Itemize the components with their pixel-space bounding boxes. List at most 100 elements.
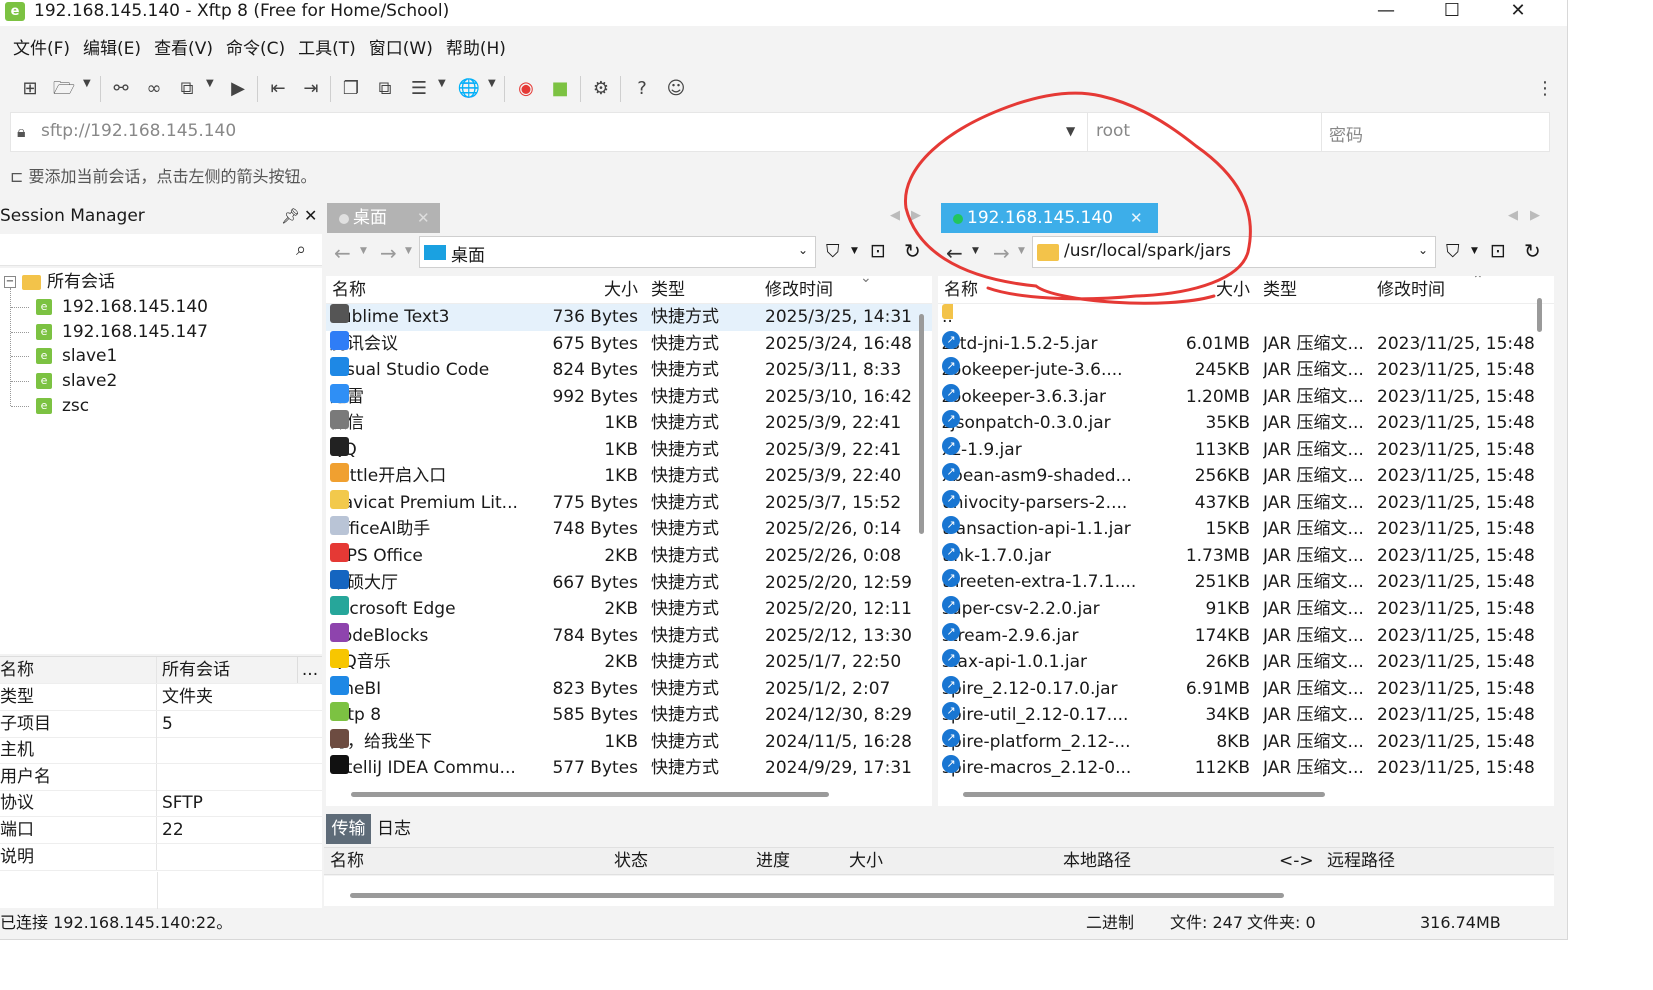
remote-col-type[interactable]: 类型 xyxy=(1263,276,1297,304)
tab-close-icon[interactable]: ✕ xyxy=(417,203,430,233)
gear-icon[interactable]: ⚙ xyxy=(588,76,614,102)
transfer-col-direction[interactable]: <-> xyxy=(1279,848,1314,874)
tab-log[interactable]: 日志 xyxy=(377,814,411,844)
username-field[interactable]: root xyxy=(1096,121,1130,141)
menu-item-6[interactable]: 帮助(H) xyxy=(446,34,506,64)
collapse-icon[interactable]: − xyxy=(4,276,16,288)
local-file-row[interactable]: QQ1KB快捷方式2025/3/9, 22:41 xyxy=(326,436,932,464)
local-file-row[interactable]: CodeBlocks 784 Bytes 快捷方式 2025/2/12, 13:30 xyxy=(326,622,932,650)
session-item[interactable]: e slave2 xyxy=(11,369,117,394)
menu-item-5[interactable]: 窗口(W) xyxy=(369,34,433,64)
more-button[interactable]: ... xyxy=(297,657,322,683)
disconnect-icon[interactable]: ⚯ xyxy=(108,76,134,102)
local-file-row[interactable]: Microsoft Edge 2KB 快捷方式 2025/2/20, 12:11 xyxy=(326,596,932,623)
menu-item-0[interactable]: 文件(F) xyxy=(13,34,70,64)
transfer-col-remote-path[interactable]: 远程路径 xyxy=(1327,848,1395,874)
session-item[interactable]: e slave1 xyxy=(11,344,117,369)
local-file-row[interactable]: 华硕大厅 667 Bytes 快捷方式 2025/2/20, 12:59 xyxy=(326,569,932,597)
chat-icon[interactable]: ☺ xyxy=(663,76,689,102)
remote-file-row[interactable]: ↗ zjsonpatch-0.3.0.jar 35KB JAR 压缩文... 2023… xyxy=(938,410,1554,437)
local-file-row[interactable]: Sublime Text3 736 Bytes 快捷方式 2025/3/25, 14:… xyxy=(326,304,932,331)
play-icon[interactable]: ▶ xyxy=(225,76,251,102)
local-file-row[interactable]: WPS Office 2KB 快捷方式 2025/2/26, 0:08 xyxy=(326,542,932,570)
remote-file-row[interactable]: ↗ spire_2.12-0.17.0.jar 6.91MB JAR 压缩文... 2… xyxy=(938,675,1554,703)
remote-path-input[interactable]: /usr/local/spark/jars ⌄ xyxy=(1032,236,1436,268)
pin-icon[interactable]: 📌︎ xyxy=(281,207,300,225)
remote-col-name[interactable]: 名称 xyxy=(944,276,978,304)
remote-file-row[interactable]: ↗ threeten-extra-1.7.1.... 251KB JAR 压缩文..… xyxy=(938,569,1554,596)
transfer-horizontal-scrollbar[interactable] xyxy=(350,893,1284,898)
remote-file-row[interactable]: ↗ transaction-api-1.1.jar 15KB JAR 压缩文... 2… xyxy=(938,516,1554,543)
local-file-row[interactable]: OfficeAI助手 748 Bytes 快捷方式 2025/2/26, 0:14 xyxy=(326,516,932,543)
path-dropdown-icon[interactable]: ⌄ xyxy=(798,243,808,257)
remote-file-row[interactable]: ↗ xz-1.9.jar 113KB JAR 压缩文... 2023/11/25, 1… xyxy=(938,436,1554,464)
remote-vertical-scrollbar[interactable] xyxy=(1537,298,1542,332)
session-item[interactable]: e zsc xyxy=(11,394,89,419)
remote-file-row[interactable]: ↗ super-csv-2.2.0.jar 91KB JAR 压缩文... 2023/… xyxy=(938,596,1554,623)
local-new-folder-icon[interactable]: ⊡ xyxy=(870,240,886,262)
remote-file-row[interactable]: ↗ zookeeper-jute-3.6.... 245KB JAR 压缩文... 2… xyxy=(938,357,1554,384)
path-dropdown-icon[interactable]: ⌄ xyxy=(1418,243,1428,257)
open-dropdown-icon[interactable]: ▼ xyxy=(83,78,91,89)
link-icon[interactable]: ∞ xyxy=(141,76,167,102)
local-horizontal-scrollbar[interactable] xyxy=(351,792,829,797)
upload-icon[interactable]: ⇥ xyxy=(298,76,324,102)
close-panel-icon[interactable]: ✕ xyxy=(304,206,317,225)
transfer-col-name[interactable]: 名称 xyxy=(330,848,364,874)
password-field[interactable]: 密码 xyxy=(1329,121,1363,146)
remote-bookmark-icon[interactable]: ⛉ xyxy=(1446,241,1460,262)
globe-icon[interactable]: 🌐 xyxy=(456,76,482,102)
remote-tab-scroll-left-icon[interactable]: ◀ xyxy=(1508,208,1518,223)
local-file-row[interactable]: 迅雷992 Bytes快捷方式2025/3/10, 16:42 xyxy=(326,383,932,411)
tab-scroll-right-icon[interactable]: ▶ xyxy=(911,208,921,223)
xshell-icon[interactable]: ◉ xyxy=(513,76,539,102)
local-file-row[interactable]: QQ音乐 2KB 快捷方式 2025/1/7, 22:50 xyxy=(326,649,932,676)
remote-col-mtime[interactable]: 修改时间 xyxy=(1377,276,1445,304)
window-dropdown-icon[interactable]: ▼ xyxy=(206,78,214,89)
local-file-row[interactable]: Visual Studio Code 824 Bytes 快捷方式 2025/3/11… xyxy=(326,357,932,384)
remote-file-row[interactable]: ↗ spire-util_2.12-0.17.... 34KB JAR 压缩文...… xyxy=(938,702,1554,729)
remote-new-folder-icon[interactable]: ⊡ xyxy=(1490,240,1506,262)
local-file-row[interactable]: IntelliJ IDEA Commu... 577 Bytes 快捷方式 2024/… xyxy=(326,755,932,782)
menu-item-1[interactable]: 编辑(E) xyxy=(83,34,141,64)
tab-scroll-left-icon[interactable]: ◀ xyxy=(890,208,900,223)
remote-refresh-icon[interactable]: ↻ xyxy=(1524,239,1541,263)
transfer-col-status[interactable]: 状态 xyxy=(614,848,648,874)
local-col-mtime[interactable]: 修改时间 xyxy=(765,276,833,304)
encoding-dropdown-icon[interactable]: ▼ xyxy=(488,78,496,89)
remote-col-size[interactable]: 大小 xyxy=(1150,276,1250,304)
search-icon[interactable]: ⌕ xyxy=(296,239,306,260)
remote-tab-scroll-right-icon[interactable]: ▶ xyxy=(1530,208,1540,223)
local-vertical-scrollbar[interactable] xyxy=(919,314,924,534)
download-icon[interactable]: ⇤ xyxy=(265,76,291,102)
address-input[interactable]: sftp://192.168.145.140 xyxy=(41,121,236,141)
menu-item-3[interactable]: 命令(C) xyxy=(226,34,285,64)
duplicate-icon[interactable]: ⧉ xyxy=(372,76,398,102)
add-session-arrow-icon[interactable]: ⊏ xyxy=(10,167,23,186)
local-file-row[interactable]: Navicat Premium Lit... 775 Bytes 快捷方式 2025/… xyxy=(326,489,932,517)
local-file-row[interactable]: kettle开启入口 1KB 快捷方式 2025/3/9, 22:40 xyxy=(326,463,932,490)
local-file-row[interactable]: 微信1KB快捷方式2025/3/9, 22:41 xyxy=(326,410,932,437)
copy-icon[interactable]: ❐ xyxy=(338,76,364,102)
local-col-name[interactable]: 名称 xyxy=(332,276,366,304)
help-icon[interactable]: ? xyxy=(629,76,655,102)
new-window-icon[interactable]: ⧉ xyxy=(174,76,200,102)
local-forward-icon[interactable]: → xyxy=(380,241,397,265)
view-dropdown-icon[interactable]: ▼ xyxy=(438,78,446,89)
session-item[interactable]: e 192.168.145.147 xyxy=(11,320,208,345)
local-back-icon[interactable]: ← xyxy=(334,241,351,265)
session-search-input[interactable]: ⌕ xyxy=(0,234,322,266)
local-path-input[interactable]: 桌面 ⌄ xyxy=(419,236,816,268)
remote-file-row[interactable]: ↗ univocity-parsers-2.... 437KB JAR 压缩文...… xyxy=(938,489,1554,517)
close-window-button[interactable]: ✕ xyxy=(1496,0,1540,24)
remote-horizontal-scrollbar[interactable] xyxy=(963,792,1325,797)
transfer-col-size[interactable]: 大小 xyxy=(849,848,883,874)
transfer-col-local-path[interactable]: 本地路径 xyxy=(1063,848,1131,874)
tab-remote-session[interactable]: 192.168.145.140 ✕ xyxy=(941,203,1158,233)
local-refresh-icon[interactable]: ↻ xyxy=(904,239,921,263)
local-col-size[interactable]: 大小 xyxy=(538,276,638,304)
transfer-col-progress[interactable]: 进度 xyxy=(756,848,790,874)
local-file-row[interactable]: Xftp 8 585 Bytes 快捷方式 2024/12/30, 8:29 xyxy=(326,702,932,729)
remote-file-row[interactable]: ↗ spire-macros_2.12-0... 112KB JAR 压缩文... 2… xyxy=(938,755,1554,782)
local-bookmark-icon[interactable]: ⛉ xyxy=(826,241,840,262)
